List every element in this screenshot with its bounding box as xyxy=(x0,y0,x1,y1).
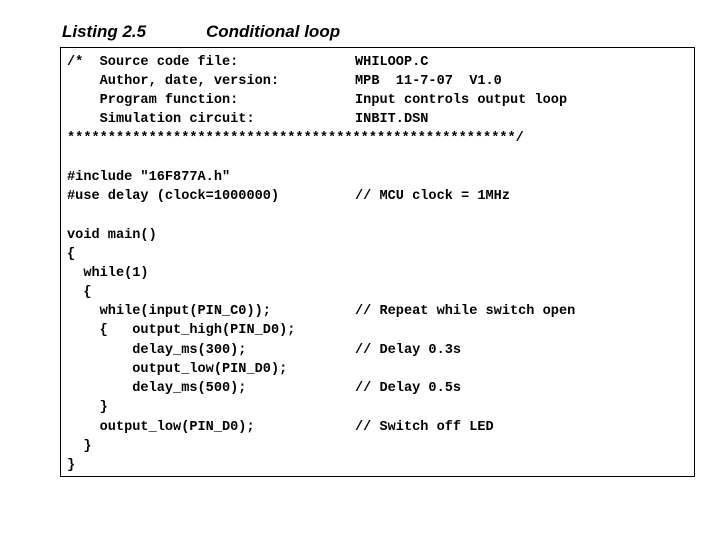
code-comment-4: INBIT.DSN xyxy=(355,112,429,127)
code-comment-20: // Switch off LED xyxy=(355,420,494,435)
code-line-14: while(input(PIN_C0)); xyxy=(67,304,271,319)
code-comment-18: // Delay 0.5s xyxy=(355,381,462,396)
code-line-8: #use delay (clock=1000000) xyxy=(67,189,280,204)
code-line-22: } xyxy=(67,458,76,473)
code-comment-14: // Repeat while switch open xyxy=(355,304,576,319)
code-line-1: /* Source code file: xyxy=(67,55,239,70)
code-line-2: Author, date, version: xyxy=(67,74,280,89)
code-line-19: } xyxy=(67,400,108,415)
code-listing-box: /* Source code file: WHILOOP.C Author, d… xyxy=(60,47,695,477)
code-line-11: { xyxy=(67,247,76,262)
code-comment-16: // Delay 0.3s xyxy=(355,343,462,358)
listing-number: Listing 2.5 xyxy=(62,22,147,41)
code-comment-2: MPB 11-7-07 V1.0 xyxy=(355,74,502,89)
code-line-15: { output_high(PIN_D0); xyxy=(67,323,296,338)
code-line-20: output_low(PIN_D0); xyxy=(67,420,255,435)
code-line-4: Simulation circuit: xyxy=(67,112,255,127)
code-line-5: ****************************************… xyxy=(67,131,524,146)
code-line-10: void main() xyxy=(67,228,157,243)
code-line-17: output_low(PIN_D0); xyxy=(67,362,288,377)
listing-title: Conditional loop xyxy=(206,22,341,41)
code-comment-8: // MCU clock = 1MHz xyxy=(355,189,510,204)
code-line-12: while(1) xyxy=(67,266,149,281)
code-line-7: #include "16F877A.h" xyxy=(67,170,231,185)
code-comment-3: Input controls output loop xyxy=(355,93,568,108)
code-comment-1: WHILOOP.C xyxy=(355,55,429,70)
code-line-21: } xyxy=(67,439,92,454)
code-line-13: { xyxy=(67,285,92,300)
code-line-3: Program function: xyxy=(67,93,239,108)
code-line-18: delay_ms(500); xyxy=(67,381,247,396)
code-line-16: delay_ms(300); xyxy=(67,343,247,358)
